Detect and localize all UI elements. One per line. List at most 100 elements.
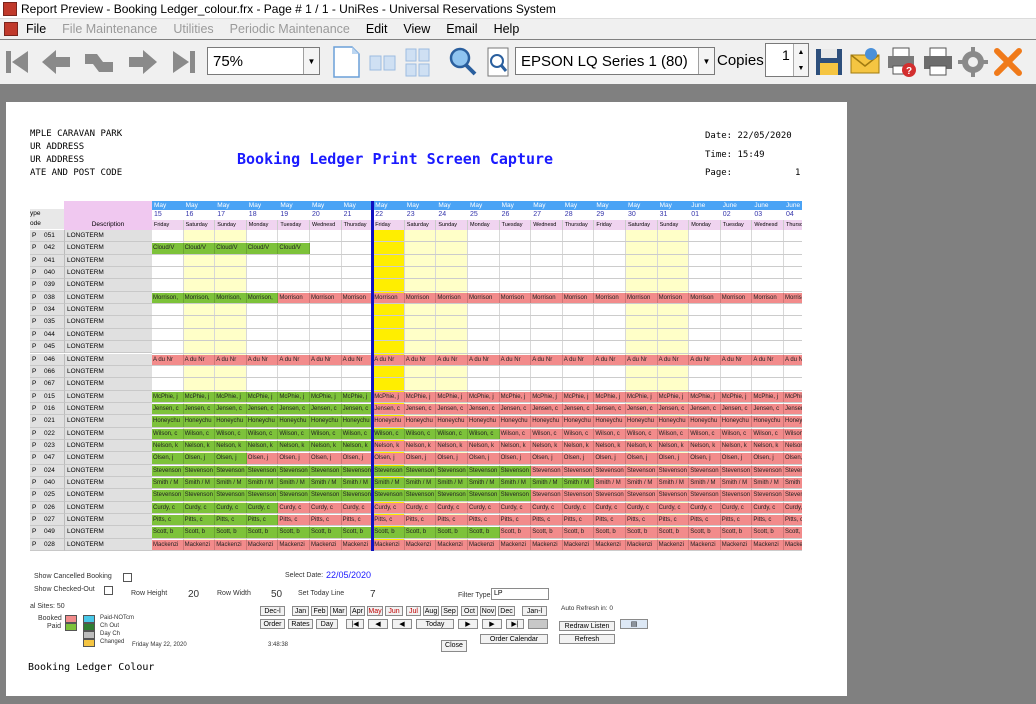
booking-block[interactable]: Wilson, c — [626, 428, 658, 439]
booking-block[interactable]: A du Nr — [531, 354, 563, 365]
booking-block[interactable]: Curdy, c — [341, 502, 374, 514]
booking-block[interactable]: Olsen, j — [183, 453, 216, 464]
last-page-icon[interactable] — [165, 48, 197, 76]
booking-block[interactable]: Wilson, c — [657, 428, 690, 439]
booking-block[interactable]: Olsen, j — [373, 453, 405, 464]
booking-block[interactable]: Curdy, c — [562, 502, 595, 514]
booking-block[interactable]: Smith / M — [594, 478, 626, 489]
booking-block[interactable]: Honeychu — [215, 416, 247, 427]
booking-block[interactable]: Curdy, c — [152, 502, 184, 514]
booking-block[interactable]: Scott, b — [373, 527, 405, 538]
booking-block[interactable]: Scott, b — [720, 527, 753, 538]
month-button-dec-l[interactable]: Dec-l — [260, 606, 285, 616]
booking-block[interactable]: Nelson, k — [436, 440, 468, 452]
booking-block[interactable]: Olsen, j — [152, 453, 184, 464]
booking-block[interactable]: McPhie, j — [183, 391, 216, 402]
booking-block[interactable]: Wilson, c — [373, 428, 405, 439]
booking-block[interactable]: McPhie, j — [152, 391, 184, 402]
last-button[interactable]: ▶| — [506, 619, 524, 629]
booking-block[interactable]: Jensen, c — [310, 403, 342, 415]
booking-block[interactable]: Pitts, c — [373, 515, 405, 526]
booking-block[interactable]: Morrison, — [183, 292, 216, 304]
booking-block[interactable]: Nelson, k — [626, 440, 658, 452]
booking-block[interactable]: Mackenzi — [246, 539, 279, 551]
booking-block[interactable]: Honeychu — [373, 416, 405, 427]
booking-block[interactable]: Scott, b — [436, 527, 468, 538]
booking-block[interactable]: Nelson, k — [562, 440, 595, 452]
booking-block[interactable]: Wilson, c — [499, 428, 532, 439]
month-button-oct[interactable]: Oct — [461, 606, 478, 616]
booking-block[interactable]: Morrison — [436, 292, 468, 304]
booking-block[interactable]: Pitts, c — [720, 515, 753, 526]
booking-block[interactable]: Cloud/V — [246, 243, 279, 254]
month-button-sep[interactable]: Sep — [441, 606, 458, 616]
month-button-jun[interactable]: Jun — [385, 606, 403, 616]
zoom-select[interactable]: 75% ▼ — [207, 47, 320, 75]
booking-block[interactable]: Morrison, — [152, 292, 184, 304]
booking-block[interactable]: Wilson, c — [436, 428, 468, 439]
booking-block[interactable]: Stevenson — [689, 490, 721, 501]
prev-month-button[interactable]: ◀ — [368, 619, 388, 629]
booking-block[interactable]: Stevenson — [278, 465, 310, 476]
booking-block[interactable]: Honeychu — [278, 416, 310, 427]
booking-block[interactable]: Smith / M — [341, 478, 374, 489]
booking-block[interactable]: Stevenson — [562, 465, 595, 476]
booking-block[interactable]: Stevenson — [278, 490, 310, 501]
booking-block[interactable]: Stevenson — [626, 465, 658, 476]
month-button-mar[interactable]: Mar — [330, 606, 347, 616]
booking-block[interactable]: Pitts, c — [626, 515, 658, 526]
close-report-button[interactable]: Close — [441, 640, 467, 652]
booking-block[interactable]: Mackenzi — [373, 539, 405, 551]
booking-block[interactable]: Olsen, j — [784, 453, 802, 464]
booking-block[interactable]: Scott, b — [310, 527, 342, 538]
booking-block[interactable]: Morrison — [720, 292, 753, 304]
booking-block[interactable]: Mackenzi — [152, 539, 184, 551]
booking-block[interactable]: Morrison — [594, 292, 626, 304]
booking-block[interactable]: Nelson, k — [152, 440, 184, 452]
booking-block[interactable]: McPhie, j — [531, 391, 563, 402]
booking-block[interactable]: Scott, b — [215, 527, 247, 538]
booking-block[interactable]: McPhie, j — [310, 391, 342, 402]
booking-block[interactable]: Wilson, c — [246, 428, 279, 439]
booking-block[interactable]: Morrison — [341, 292, 374, 304]
booking-block[interactable]: Stevenson — [436, 465, 468, 476]
show-checked-out-checkbox[interactable] — [104, 586, 113, 595]
booking-block[interactable]: Stevenson — [468, 490, 500, 501]
booking-block[interactable]: Smith / M — [436, 478, 468, 489]
booking-block[interactable]: Olsen, j — [689, 453, 721, 464]
booking-block[interactable]: Curdy, c — [594, 502, 626, 514]
booking-block[interactable]: Cloud/V — [152, 243, 184, 254]
chevron-down-icon[interactable]: ▼ — [698, 48, 714, 74]
print-icon[interactable] — [922, 46, 954, 78]
menu-utilities[interactable]: Utilities — [165, 22, 221, 36]
booking-block[interactable]: Pitts, c — [278, 515, 310, 526]
booking-block[interactable]: A du Nr — [215, 354, 247, 365]
booking-block[interactable]: Nelson, k — [183, 440, 216, 452]
booking-block[interactable]: Stevenson — [626, 490, 658, 501]
booking-block[interactable]: Mackenzi — [468, 539, 500, 551]
booking-block[interactable]: Scott, b — [784, 527, 802, 538]
booking-block[interactable]: Mackenzi — [562, 539, 595, 551]
booking-block[interactable]: Stevenson — [752, 490, 784, 501]
booking-block[interactable]: Stevenson — [689, 465, 721, 476]
booking-block[interactable]: Curdy, c — [436, 502, 468, 514]
printer-select[interactable]: EPSON LQ Series 1 (80) ▼ — [515, 47, 715, 75]
prev-button[interactable]: ◀ — [392, 619, 412, 629]
booking-block[interactable]: Olsen, j — [562, 453, 595, 464]
booking-block[interactable]: Wilson, c — [183, 428, 216, 439]
booking-block[interactable]: Scott, b — [657, 527, 690, 538]
booking-block[interactable]: Morrison — [373, 292, 405, 304]
menu-file[interactable]: File — [18, 22, 54, 36]
booking-block[interactable]: Smith / M — [626, 478, 658, 489]
booking-block[interactable]: Wilson, c — [594, 428, 626, 439]
booking-block[interactable]: McPhie, j — [278, 391, 310, 402]
booking-block[interactable]: Morrison — [657, 292, 690, 304]
booking-block[interactable]: Morrison, — [215, 292, 247, 304]
booking-block[interactable]: A du Nr — [404, 354, 437, 365]
booking-block[interactable]: Smith / M — [468, 478, 500, 489]
redraw-button[interactable]: Redraw Listen — [559, 621, 615, 631]
booking-block[interactable]: Smith / M — [531, 478, 563, 489]
booking-block[interactable]: Stevenson — [246, 490, 279, 501]
booking-block[interactable]: Jensen, c — [404, 403, 437, 415]
booking-block[interactable]: Olsen, j — [499, 453, 532, 464]
